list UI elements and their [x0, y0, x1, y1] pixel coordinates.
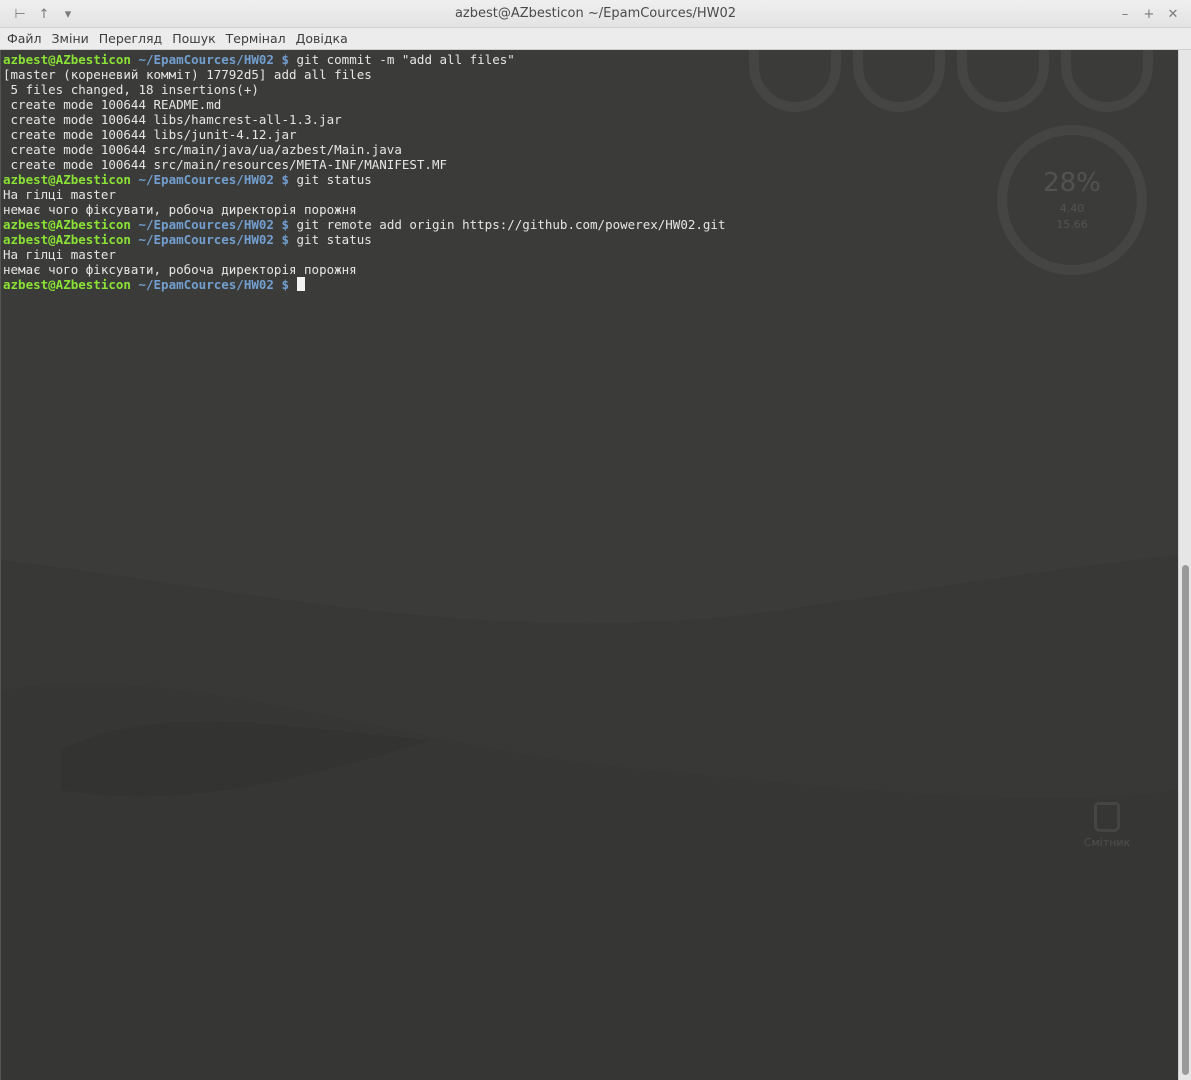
menu-terminal[interactable]: Термінал: [221, 31, 291, 46]
terminal-command-line: azbest@AZbesticon ~/EpamCources/HW02 $: [3, 277, 726, 292]
trash-label: Смітник: [1083, 836, 1131, 849]
prompt-symbol: $: [273, 52, 289, 67]
text-cursor: [296, 277, 305, 291]
maximize-icon[interactable]: +: [1139, 5, 1159, 23]
prompt-user: azbest@AZbesticon: [3, 217, 131, 232]
terminal-output-line: немає чого фіксувати, робоча директорія …: [3, 262, 357, 277]
prompt-user: azbest@AZbesticon: [3, 277, 131, 292]
terminal-output-line: 5 files changed, 18 insertions(+): [3, 82, 259, 97]
menu-search[interactable]: Пошук: [167, 31, 220, 46]
terminal-output-line: немає чого фіксувати, робоча директорія …: [3, 202, 357, 217]
prompt-path: ~/EpamCources/HW02: [130, 52, 274, 67]
command-text: [289, 277, 297, 292]
prompt-user: azbest@AZbesticon: [3, 52, 131, 67]
menu-bar: Файл Зміни Перегляд Пошук Термінал Довід…: [0, 28, 1191, 50]
trash-icon: [1094, 802, 1120, 832]
command-text: git status: [289, 232, 372, 247]
title-bar-right-buttons: – + ✕: [1115, 5, 1183, 23]
cpu-usage-widget: [997, 125, 1147, 275]
command-text: git remote add origin https://github.com…: [289, 217, 726, 232]
prompt-symbol: $: [273, 217, 289, 232]
cpu-load-value-2: 15.66: [1056, 218, 1088, 231]
menu-edit[interactable]: Зміни: [47, 31, 94, 46]
prompt-path: ~/EpamCources/HW02: [130, 277, 274, 292]
command-text: git commit -m "add all files": [289, 52, 515, 67]
prompt-symbol: $: [273, 172, 289, 187]
prompt-user: azbest@AZbesticon: [3, 232, 131, 247]
scrollbar-thumb[interactable]: [1182, 565, 1189, 1075]
terminal-output-line: На гілці master: [3, 187, 116, 202]
command-text: git status: [289, 172, 372, 187]
menu-view[interactable]: Перегляд: [94, 31, 167, 46]
terminal-scrollbar[interactable]: [1178, 50, 1191, 1080]
terminal-output-line: create mode 100644 README.md: [3, 97, 222, 112]
prompt-path: ~/EpamCources/HW02: [130, 217, 274, 232]
terminal-command-line: azbest@AZbesticon ~/EpamCources/HW02 $ g…: [3, 217, 726, 232]
terminal-output-line: [master (кореневий комміт) 17792d5] add …: [3, 67, 372, 82]
terminal-window: ⊢ ↑ ▾ azbest@AZbesticon ~/EpamCources/HW…: [0, 0, 1191, 1080]
terminal-output-area[interactable]: 28% 4.40 15.66 Смітник azbest@AZbesticon…: [0, 50, 1178, 1080]
terminal-text: azbest@AZbesticon ~/EpamCources/HW02 $ g…: [3, 52, 726, 292]
prompt-user: azbest@AZbesticon: [3, 172, 131, 187]
title-bar[interactable]: ⊢ ↑ ▾ azbest@AZbesticon ~/EpamCources/HW…: [0, 0, 1191, 28]
close-icon[interactable]: ✕: [1163, 5, 1183, 23]
minimize-icon[interactable]: –: [1115, 5, 1135, 23]
terminal-output-line: create mode 100644 src/main/resources/ME…: [3, 157, 448, 172]
terminal-command-line: azbest@AZbesticon ~/EpamCources/HW02 $ g…: [3, 172, 726, 187]
terminal-command-line: azbest@AZbesticon ~/EpamCources/HW02 $ g…: [3, 52, 726, 67]
prompt-path: ~/EpamCources/HW02: [130, 232, 274, 247]
cpu-usage-percent: 28%: [1043, 168, 1101, 198]
terminal-output-line: create mode 100644 libs/hamcrest-all-1.3…: [3, 112, 342, 127]
menu-file[interactable]: Файл: [2, 31, 47, 46]
terminal-output-line: На гілці master: [3, 247, 116, 262]
cpu-load-value-1: 4.40: [1059, 202, 1085, 215]
menu-help[interactable]: Довідка: [291, 31, 353, 46]
window-title: azbest@AZbesticon ~/EpamCources/HW02: [454, 6, 737, 21]
terminal-output-line: create mode 100644 src/main/java/ua/azbe…: [3, 142, 402, 157]
prompt-symbol: $: [273, 232, 289, 247]
terminal-output-line: create mode 100644 libs/junit-4.12.jar: [3, 127, 297, 142]
prompt-symbol: $: [273, 277, 289, 292]
prompt-path: ~/EpamCources/HW02: [130, 172, 274, 187]
terminal-command-line: azbest@AZbesticon ~/EpamCources/HW02 $ g…: [3, 232, 726, 247]
